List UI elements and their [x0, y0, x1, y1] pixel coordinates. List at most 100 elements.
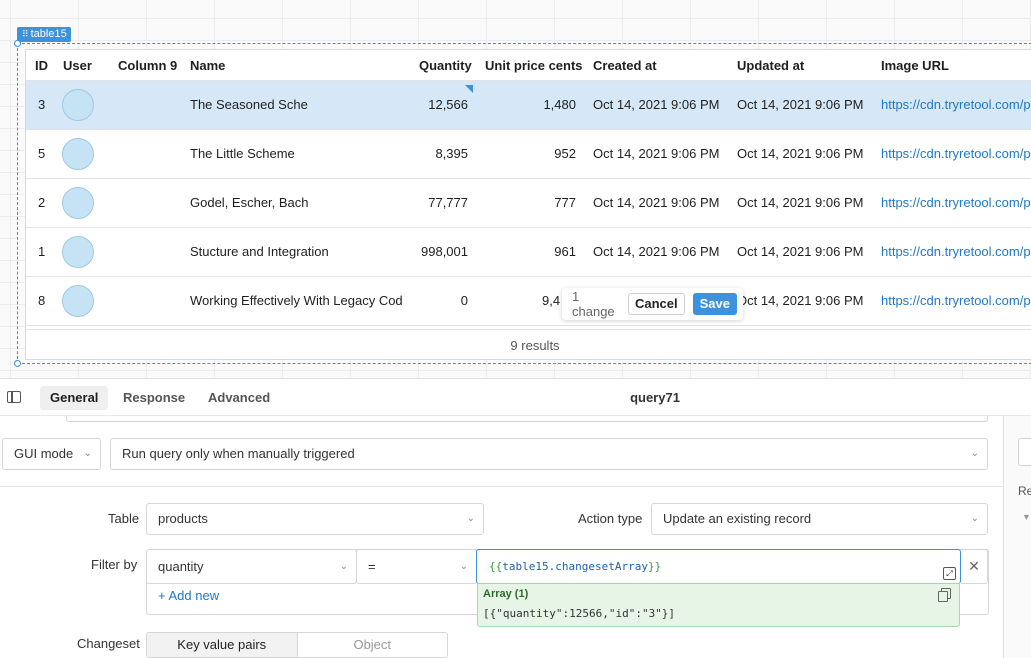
table-header: ID User Column 9 Name Quantity Unit pric… — [26, 50, 1031, 81]
cell-id[interactable]: 1 — [38, 228, 45, 276]
tab-advanced[interactable]: Advanced — [198, 386, 280, 410]
table-row[interactable]: 8 Working Effectively With Legacy Cod 0 … — [26, 277, 1031, 326]
column-header-user[interactable]: User — [63, 50, 92, 81]
cell-unit-price[interactable]: 777 — [496, 179, 576, 227]
search-input-clipped[interactable] — [1018, 438, 1031, 466]
query-panel-header: General Response Advanced query71 — [0, 378, 1031, 416]
filter-value-input[interactable]: {{table15.changesetArray}} ⤢ — [476, 549, 961, 584]
filter-column-select[interactable]: quantity ⌄ — [146, 549, 357, 584]
cell-unit-price[interactable]: 1,480 — [496, 81, 576, 129]
cell-created-at[interactable]: Oct 14, 2021 9:06 PM — [593, 81, 719, 129]
cell-created-at[interactable]: Oct 14, 2021 9:06 PM — [593, 179, 719, 227]
filter-by-label: Filter by — [91, 557, 138, 572]
cell-quantity[interactable]: 77,777 — [406, 179, 468, 227]
drag-handle-icon[interactable]: ⠿ — [22, 27, 29, 42]
changeset-option-object[interactable]: Object — [297, 633, 447, 657]
cell-quantity[interactable]: 0 — [406, 277, 468, 325]
column-header-updated-at[interactable]: Updated at — [737, 50, 804, 81]
table-row[interactable]: 2 Godel, Escher, Bach 77,777 777 Oct 14,… — [26, 179, 1031, 228]
avatar — [62, 285, 94, 317]
section-divider — [0, 486, 1003, 487]
cell-image-url[interactable]: https://cdn.tryretool.com/p — [881, 81, 1031, 129]
cell-quantity[interactable]: 998,001 — [406, 228, 468, 276]
template-open-brace: {{ — [489, 560, 503, 573]
column-header-image-url[interactable]: Image URL — [881, 50, 949, 81]
column-header-quantity[interactable]: Quantity — [419, 50, 472, 81]
cell-image-url[interactable]: https://cdn.tryretool.com/p — [881, 179, 1031, 227]
template-close-brace: }} — [647, 560, 662, 573]
cell-updated-at[interactable]: Oct 14, 2021 9:06 PM — [737, 277, 863, 325]
cell-updated-at[interactable]: Oct 14, 2021 9:06 PM — [737, 228, 863, 276]
changeset-mode-toggle: Key value pairs Object — [146, 632, 448, 658]
tab-general[interactable]: General — [40, 386, 109, 410]
mode-select[interactable]: GUI mode ⌄ — [2, 438, 101, 470]
preview-type: Array (1) — [483, 588, 529, 600]
cell-image-url[interactable]: https://cdn.tryretool.com/p — [881, 228, 1031, 276]
preview-value: [{"quantity":12566,"id":"3"}] — [483, 607, 676, 620]
cell-updated-at[interactable]: Oct 14, 2021 9:06 PM — [737, 130, 863, 178]
inspector-rail: Re ▼ — [1003, 416, 1031, 658]
expand-editor-icon[interactable]: ⤢ — [943, 567, 956, 580]
chevron-down-icon: ⌄ — [970, 448, 979, 459]
cell-name[interactable]: The Little Scheme — [190, 130, 410, 178]
table-row[interactable]: 5 The Little Scheme 8,395 952 Oct 14, 20… — [26, 130, 1031, 179]
trigger-select[interactable]: Run query only when manually triggered ⌄ — [110, 438, 988, 470]
cell-created-at[interactable]: Oct 14, 2021 9:06 PM — [593, 130, 719, 178]
pending-changes-popover: 1 change Cancel Save — [562, 288, 743, 320]
sidebar-toggle-icon[interactable] — [7, 391, 21, 403]
cell-id[interactable]: 8 — [38, 277, 45, 325]
template-variable: table15.changesetArray — [502, 560, 648, 573]
resource-select-clipped[interactable] — [66, 416, 988, 422]
column-header-column9[interactable]: Column 9 — [118, 50, 177, 81]
cell-created-at[interactable]: Oct 14, 2021 9:06 PM — [593, 228, 719, 276]
cell-id[interactable]: 2 — [38, 179, 45, 227]
filter-column-value: quantity — [158, 559, 204, 574]
action-type-label: Action type — [578, 511, 643, 526]
cell-id[interactable]: 5 — [38, 130, 45, 178]
app-canvas: ⠿ table15 ID User Column 9 Name Quantity… — [0, 0, 1031, 378]
component-name: table15 — [30, 28, 67, 40]
table-label: Table — [108, 511, 140, 526]
cell-quantity[interactable]: 8,395 — [406, 130, 468, 178]
column-header-name[interactable]: Name — [190, 50, 225, 81]
chevron-down-icon: ⌄ — [339, 561, 348, 572]
copy-icon[interactable] — [938, 588, 951, 602]
data-table: ID User Column 9 Name Quantity Unit pric… — [25, 49, 1031, 360]
resize-handle-top-left[interactable] — [14, 40, 21, 47]
cell-name[interactable]: Godel, Escher, Bach — [190, 179, 410, 227]
cancel-button[interactable]: Cancel — [627, 293, 685, 315]
changeset-option-key-value[interactable]: Key value pairs — [147, 633, 298, 657]
cell-name[interactable]: Working Effectively With Legacy Cod — [190, 277, 410, 325]
action-type-value: Update an existing record — [663, 511, 812, 526]
add-filter-link[interactable]: + Add new — [158, 588, 219, 603]
column-header-unit-price[interactable]: Unit price cents — [485, 50, 583, 81]
evaluated-value-preview: Array (1) [{"quantity":12566,"id":"3"}] — [477, 583, 960, 627]
filter-operator-select[interactable]: = ⌄ — [356, 549, 477, 584]
resize-handle-bottom-left[interactable] — [14, 360, 21, 367]
trigger-select-value: Run query only when manually triggered — [122, 446, 355, 461]
chevron-down-icon: ⌄ — [970, 513, 979, 524]
action-type-select[interactable]: Update an existing record ⌄ — [651, 503, 988, 535]
remove-filter-button[interactable]: ✕ — [961, 549, 988, 584]
table-row[interactable]: 3 The Seasoned Sche 12,566 1,480 Oct 14,… — [26, 81, 1031, 130]
cell-image-url[interactable]: https://cdn.tryretool.com/p — [881, 277, 1031, 325]
column-header-id[interactable]: ID — [35, 50, 48, 81]
table-select[interactable]: products ⌄ — [146, 503, 484, 535]
cell-updated-at[interactable]: Oct 14, 2021 9:06 PM — [737, 81, 863, 129]
cell-image-url[interactable]: https://cdn.tryretool.com/p — [881, 130, 1031, 178]
cell-quantity[interactable]: 12,566 — [406, 81, 468, 129]
cell-unit-price[interactable]: 952 — [496, 130, 576, 178]
column-header-created-at[interactable]: Created at — [593, 50, 657, 81]
table-row[interactable]: 1 Stucture and Integration 998,001 961 O… — [26, 228, 1031, 277]
avatar — [62, 138, 94, 170]
cell-name[interactable]: The Seasoned Sche — [190, 81, 410, 129]
cell-id[interactable]: 3 — [38, 81, 45, 129]
rail-label: Re — [1018, 484, 1031, 498]
save-button[interactable]: Save — [692, 293, 737, 315]
component-name-tag[interactable]: ⠿ table15 — [17, 27, 71, 42]
tab-response[interactable]: Response — [113, 386, 195, 410]
caret-down-icon[interactable]: ▼ — [1022, 512, 1031, 522]
cell-updated-at[interactable]: Oct 14, 2021 9:06 PM — [737, 179, 863, 227]
cell-name[interactable]: Stucture and Integration — [190, 228, 410, 276]
cell-unit-price[interactable]: 961 — [496, 228, 576, 276]
